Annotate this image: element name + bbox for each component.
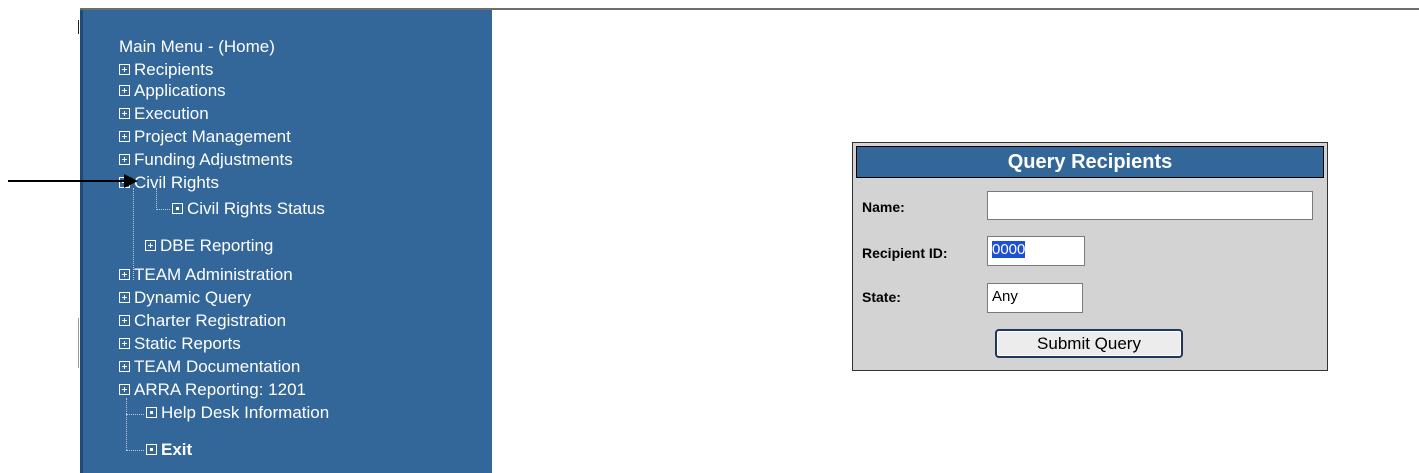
sidebar-item-label: Exit <box>161 440 193 459</box>
sidebar-item-label: Dynamic Query <box>134 288 252 307</box>
plus-box-icon <box>119 108 130 119</box>
sidebar-item-label: Applications <box>134 81 226 100</box>
plus-box-icon <box>119 64 130 75</box>
sidebar-item-label: Execution <box>134 104 209 123</box>
sidebar-home-link[interactable]: Main Menu - (Home) <box>119 37 275 57</box>
sidebar-item-label: TEAM Administration <box>134 265 293 284</box>
sidebar-item-applications[interactable]: Applications <box>119 81 226 101</box>
name-label: Name: <box>862 199 905 215</box>
state-label: State: <box>862 289 901 305</box>
frame-edge-mark <box>78 20 79 34</box>
sidebar-item-label: Charter Registration <box>134 311 287 330</box>
name-input[interactable] <box>987 191 1313 220</box>
plus-box-icon <box>119 269 130 280</box>
tree-connector <box>156 188 157 210</box>
frame-edge-mark <box>78 318 79 368</box>
sidebar-item-team-administration[interactable]: TEAM Administration <box>119 265 293 285</box>
dot-box-icon <box>172 203 183 214</box>
sidebar-item-label: Civil Rights <box>134 173 220 192</box>
sidebar-item-dbe-reporting[interactable]: DBE Reporting <box>145 236 273 256</box>
plus-box-icon <box>145 240 156 251</box>
sidebar-item-exit[interactable]: Exit <box>146 440 192 460</box>
sidebar-item-label: Help Desk Information <box>161 403 330 422</box>
plus-box-icon <box>119 154 130 165</box>
sidebar-item-recipients[interactable]: Recipients <box>119 60 213 80</box>
recipient-id-value: 0000 <box>992 241 1026 258</box>
sidebar-item-label: TEAM Documentation <box>134 357 301 376</box>
recipient-id-label: Recipient ID: <box>862 245 948 261</box>
sidebar-item-label: DBE Reporting <box>160 236 274 255</box>
plus-box-icon <box>119 361 130 372</box>
sidebar-item-civil-rights-status[interactable]: Civil Rights Status <box>172 199 325 219</box>
tree-connector <box>156 209 170 210</box>
panel-title: Query Recipients <box>856 146 1324 178</box>
sidebar-item-label: Recipients <box>134 60 214 79</box>
submit-query-button[interactable]: Submit Query <box>995 329 1183 358</box>
plus-box-icon <box>119 292 130 303</box>
plus-box-icon <box>119 85 130 96</box>
sidebar-item-label: Funding Adjustments <box>134 150 293 169</box>
sidebar-item-funding-adjustments[interactable]: Funding Adjustments <box>119 150 293 170</box>
sidebar-item-arra-reporting[interactable]: ARRA Reporting: 1201 <box>119 380 306 400</box>
recipient-id-input[interactable]: 0000 <box>987 236 1085 266</box>
tree-connector <box>126 398 127 450</box>
sidebar-item-project-management[interactable]: Project Management <box>119 127 291 147</box>
plus-box-icon <box>119 315 130 326</box>
sidebar-item-execution[interactable]: Execution <box>119 104 209 124</box>
plus-box-icon <box>119 384 130 395</box>
plus-box-icon <box>119 338 130 349</box>
sidebar-item-label: Civil Rights Status <box>187 199 325 218</box>
dot-box-icon <box>146 407 157 418</box>
sidebar-item-dynamic-query[interactable]: Dynamic Query <box>119 288 251 308</box>
dot-box-icon <box>146 444 157 455</box>
sidebar-item-charter-registration[interactable]: Charter Registration <box>119 311 286 331</box>
query-recipients-panel: Query Recipients Name: Recipient ID: 000… <box>852 142 1328 371</box>
sidebar-item-help-desk[interactable]: Help Desk Information <box>146 403 329 423</box>
tree-connector <box>126 414 144 415</box>
sidebar-item-label: Static Reports <box>134 334 241 353</box>
plus-box-icon <box>119 131 130 142</box>
sidebar-item-team-documentation[interactable]: TEAM Documentation <box>119 357 300 377</box>
tree-connector <box>126 450 144 451</box>
sidebar-item-label: ARRA Reporting: 1201 <box>134 380 306 399</box>
annotation-arrow-line <box>8 180 126 182</box>
arrow-right-icon <box>124 174 138 188</box>
sidebar-item-label: Project Management <box>134 127 291 146</box>
state-select[interactable]: Any <box>987 283 1083 313</box>
sidebar-item-static-reports[interactable]: Static Reports <box>119 334 241 354</box>
